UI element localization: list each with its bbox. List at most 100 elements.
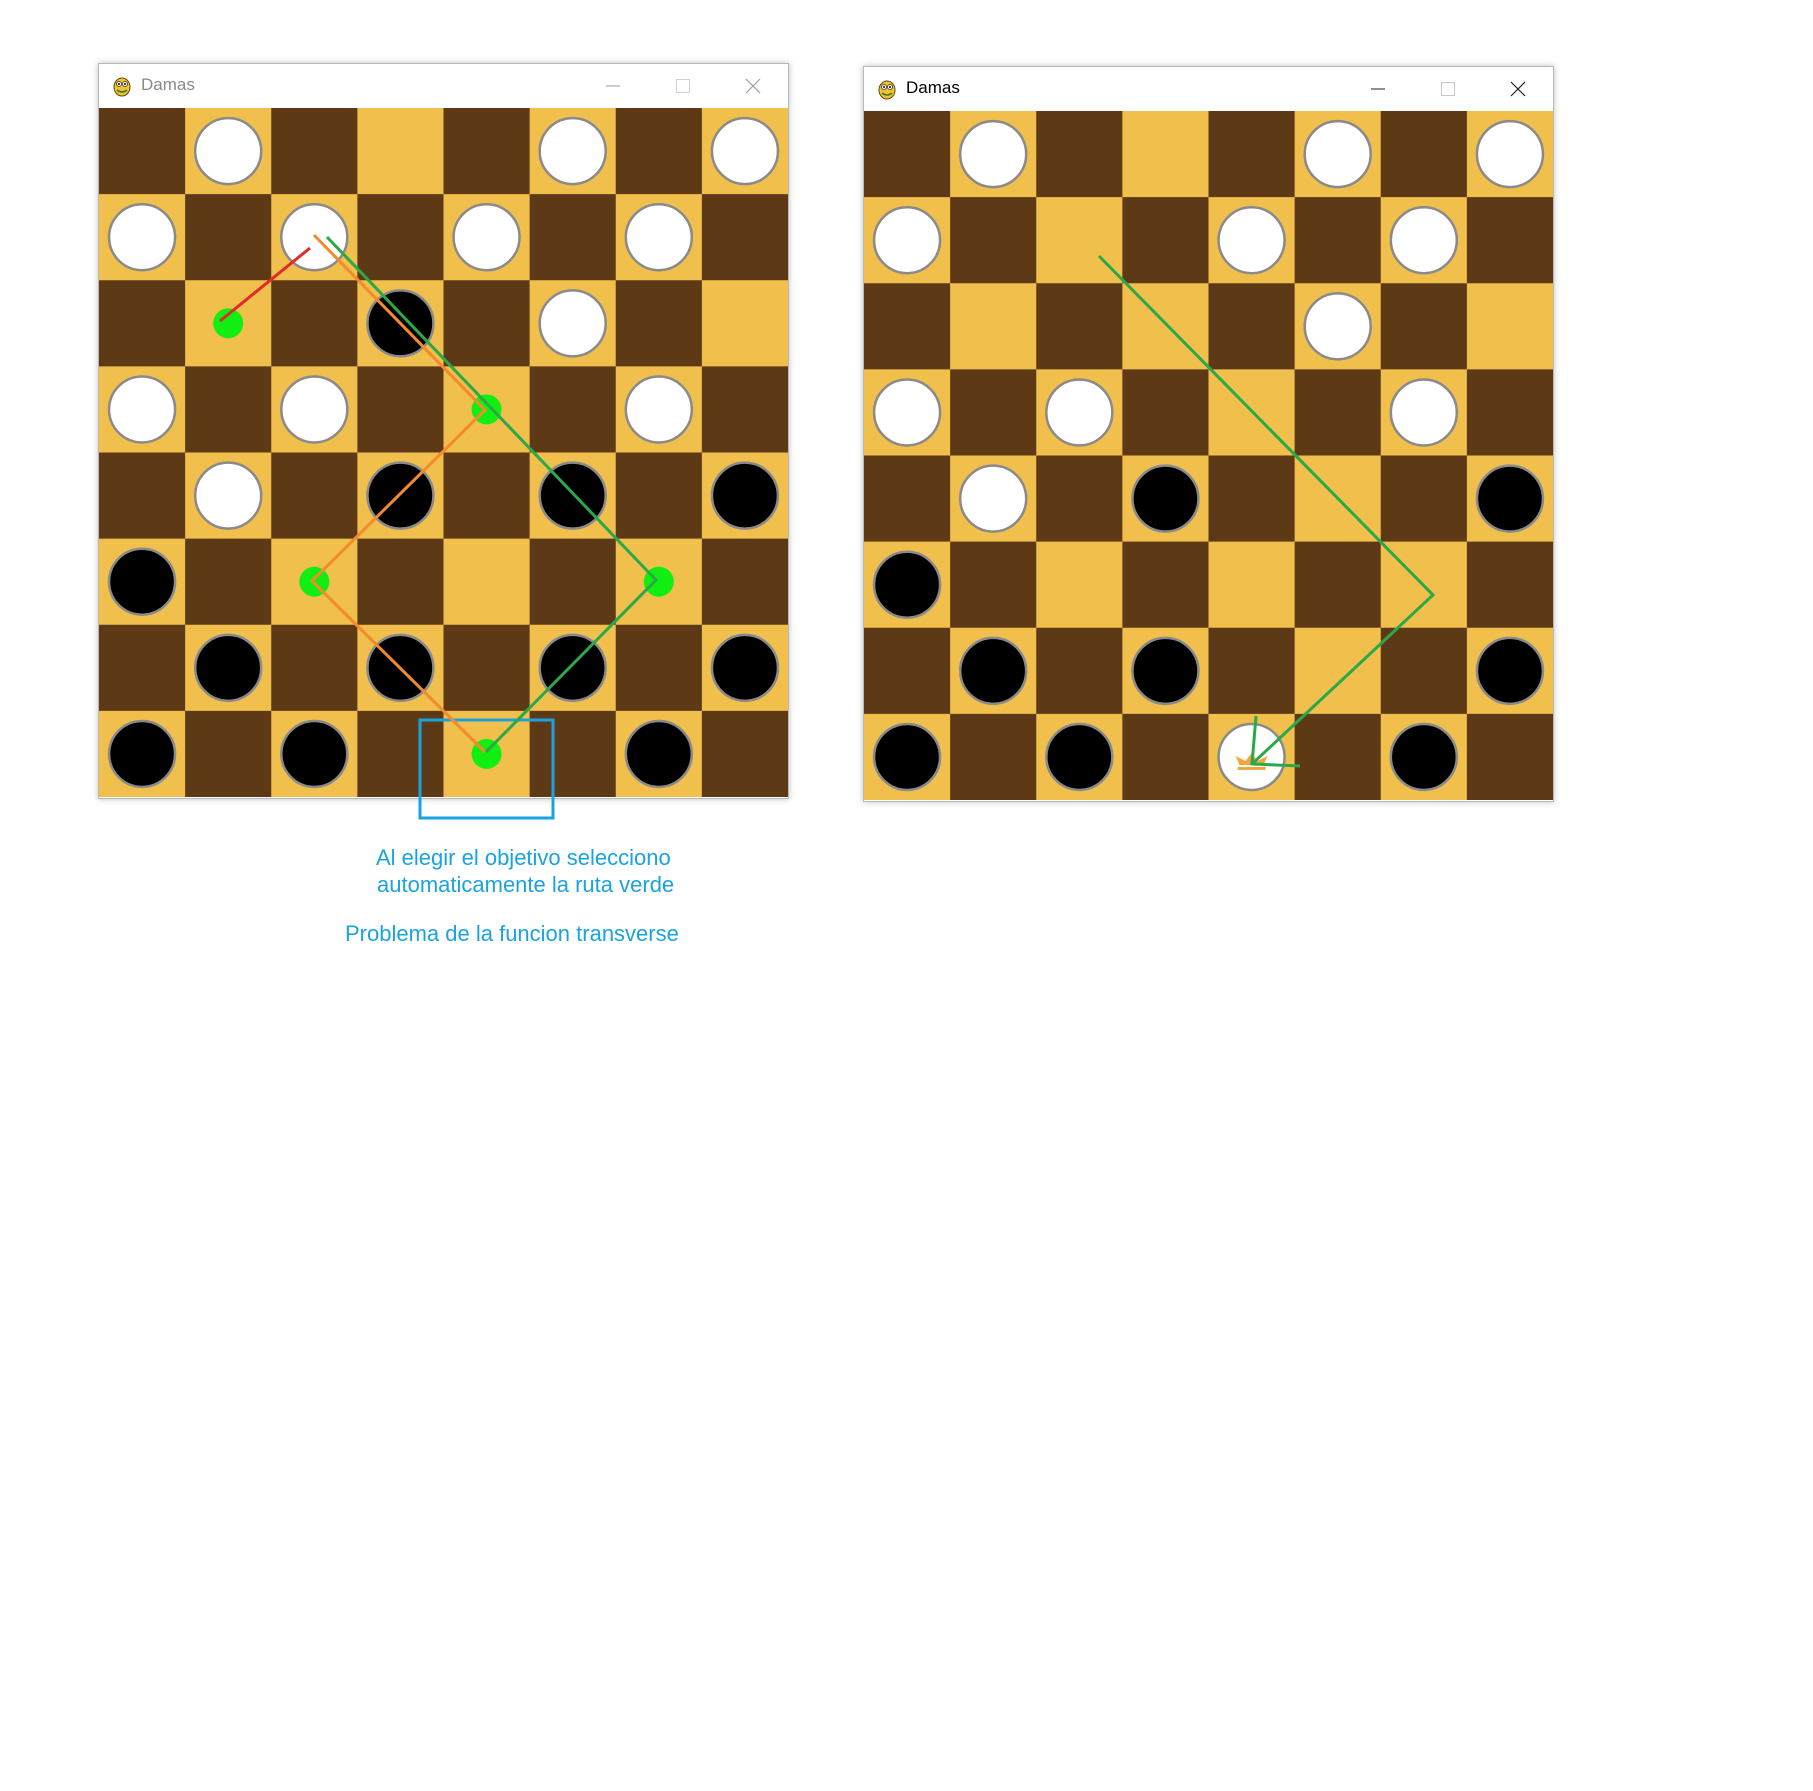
white-piece[interactable] [452,202,521,272]
board-square[interactable] [1466,541,1553,629]
white-piece[interactable] [710,116,780,186]
board-square[interactable] [701,710,788,797]
board-square[interactable] [1036,455,1123,543]
white-piece[interactable] [280,202,349,272]
board-square[interactable] [615,452,703,540]
board-square[interactable] [1122,713,1209,800]
black-piece[interactable] [1131,464,1200,533]
board-square[interactable] [185,366,272,453]
white-piece[interactable] [193,461,263,530]
board-square[interactable] [1208,541,1296,629]
board-square[interactable] [701,280,788,367]
board-square[interactable] [1380,111,1468,198]
board-square[interactable] [950,283,1037,370]
board-square[interactable] [950,197,1037,284]
board-square[interactable] [529,710,617,797]
black-piece[interactable] [710,633,780,703]
board-square[interactable] [1380,627,1468,715]
white-piece[interactable] [958,119,1028,189]
board-square[interactable] [357,710,444,797]
maximize-button[interactable] [1413,67,1483,111]
white-piece[interactable] [538,289,607,358]
board-square[interactable] [357,366,444,453]
board-square[interactable] [185,194,272,281]
board-square[interactable] [1294,197,1382,284]
board-square[interactable] [1294,369,1382,456]
board-square[interactable] [443,452,531,540]
white-piece[interactable] [1303,292,1372,361]
white-piece[interactable] [1303,119,1372,189]
board-square[interactable] [529,366,617,453]
black-piece[interactable] [872,722,942,792]
board-square[interactable] [1294,541,1382,629]
board-square[interactable] [1208,111,1296,198]
valid-move-dot[interactable] [213,308,244,339]
board-square[interactable] [1294,627,1382,715]
white-piece[interactable] [958,464,1028,533]
maximize-button[interactable] [648,64,718,108]
board-square[interactable] [1208,455,1296,543]
board-square[interactable] [1466,369,1553,456]
board-square[interactable] [443,280,531,367]
board-square[interactable] [99,108,186,195]
board-square[interactable] [443,108,531,195]
board-square[interactable] [1036,627,1123,715]
board-square[interactable] [701,366,788,453]
board-square[interactable] [950,541,1037,629]
black-piece[interactable] [538,633,607,703]
white-piece[interactable] [280,375,349,444]
board-square[interactable] [1208,627,1296,715]
black-piece[interactable] [538,461,607,530]
board-square[interactable] [271,624,358,712]
board-square[interactable] [864,455,951,543]
board-square[interactable] [1122,197,1209,284]
white-piece[interactable] [193,116,263,186]
white-piece[interactable] [1217,205,1286,275]
black-piece[interactable] [710,461,780,530]
board-square[interactable] [1380,455,1468,543]
white-piece[interactable] [107,375,177,444]
white-piece[interactable] [107,202,177,272]
valid-move-dot[interactable] [299,566,330,597]
black-piece[interactable] [107,547,177,616]
black-piece[interactable] [280,719,349,789]
white-piece[interactable] [1389,205,1459,275]
board-square[interactable] [443,624,531,712]
board-square[interactable] [271,108,358,195]
board-square[interactable] [1122,541,1209,629]
black-piece[interactable] [1389,722,1459,792]
white-piece[interactable] [1475,119,1545,189]
board-square[interactable] [1294,455,1382,543]
board-square[interactable] [864,627,951,715]
black-piece[interactable] [624,719,694,789]
board-square[interactable] [1122,369,1209,456]
board-square[interactable] [864,283,951,370]
black-piece[interactable] [1475,636,1545,706]
checkers-board[interactable] [864,111,1553,800]
title-bar[interactable]: Damas [864,67,1553,111]
board-square[interactable] [357,108,444,195]
black-piece[interactable] [872,550,942,619]
white-piece[interactable] [1045,378,1114,447]
board-square[interactable] [950,369,1037,456]
board-square[interactable] [185,538,272,626]
close-button[interactable] [1483,67,1553,111]
white-piece[interactable] [624,375,694,444]
board-square[interactable] [1036,283,1123,370]
board-square[interactable] [1036,197,1123,284]
board-square[interactable] [1380,541,1468,629]
black-piece[interactable] [958,636,1028,706]
white-piece[interactable] [1389,378,1459,447]
valid-move-dot[interactable] [471,394,502,425]
board-square[interactable] [443,538,531,626]
black-piece[interactable] [366,461,435,530]
board-square[interactable] [185,710,272,797]
board-square[interactable] [1294,713,1382,800]
board-square[interactable] [615,280,703,367]
board-square[interactable] [1208,283,1296,370]
board-square[interactable] [950,713,1037,800]
board-square[interactable] [1122,111,1209,198]
board-square[interactable] [615,624,703,712]
board-square[interactable] [1208,369,1296,456]
white-piece[interactable] [872,205,942,275]
